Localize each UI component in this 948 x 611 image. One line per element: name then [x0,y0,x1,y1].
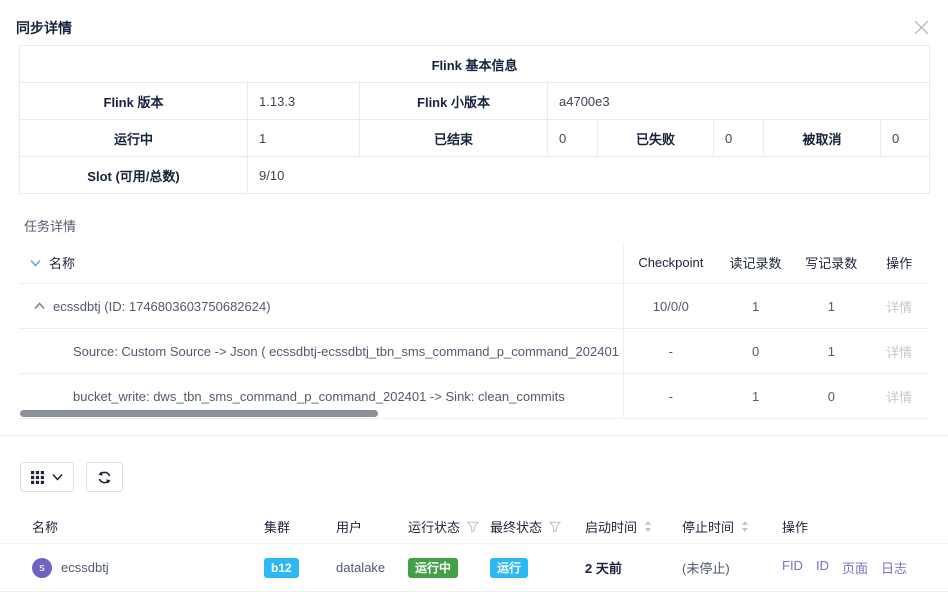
fid-link[interactable]: FID [782,558,803,577]
column-settings-button[interactable] [20,462,74,492]
flink-minor-version-label: Flink 小版本 [360,83,548,120]
page-link[interactable]: 页面 [842,558,868,577]
task-read-records: 0 [718,344,794,359]
cluster-badge: b12 [264,558,299,578]
run-status-badge: 运行中 [408,558,458,578]
task-name: bucket_write: dws_tbn_sms_command_p_comm… [73,389,565,404]
slot-label: Slot (可用/总数) [20,157,248,194]
task-write-records: 0 [793,389,869,404]
section-divider [0,435,948,436]
job-name-cell: s ecssdbtj [32,558,264,578]
task-read-records: 1 [718,389,794,404]
job-user: datalake [336,560,408,575]
flink-version-label: Flink 版本 [20,83,248,120]
column-checkpoint: Checkpoint [624,255,718,270]
toolbar [20,462,948,492]
jobs-column-user: 用户 [336,517,408,536]
canceled-label: 被取消 [764,120,881,157]
task-detail-link[interactable]: 详情 [886,300,912,315]
finished-label: 已结束 [360,120,548,157]
drawer-title: 同步详情 [16,18,72,38]
canceled-value: 0 [881,120,930,157]
column-action: 操作 [869,253,929,272]
refresh-button[interactable] [86,462,123,492]
sort-icon[interactable] [644,521,652,532]
task-detail-link[interactable]: 详情 [886,390,912,405]
task-details-title: 任务详情 [24,216,948,235]
final-status-badge: 运行 [490,558,528,578]
chevron-down-icon [52,473,63,481]
filter-icon[interactable] [467,521,479,533]
chevron-down-icon[interactable] [30,259,41,267]
flink-info-table: Flink 基本信息 Flink 版本 1.13.3 Flink 小版本 a47… [19,45,930,194]
task-name-cell: ecssdbtj (ID: 1746803603750682624) [19,284,623,328]
job-start-time: 2 天前 [585,558,682,577]
job-actions: FID ID 页面 日志 [782,558,948,577]
job-name: ecssdbtj [61,560,109,575]
jobs-column-stop-time: 停止时间 [682,517,782,536]
task-header-fixed-cells: Checkpoint 读记录数 写记录数 操作 [623,242,929,283]
failed-value: 0 [714,120,764,157]
task-checkpoint: - [624,389,718,404]
avatar: s [32,558,52,578]
task-row: ecssdbtj (ID: 1746803603750682624) 10/0/… [19,284,929,329]
grid-icon [31,471,44,484]
task-header-name-cell: 名称 [19,242,623,283]
jobs-column-action: 操作 [782,517,948,536]
task-name: ecssdbtj (ID: 1746803603750682624) [53,299,271,314]
refresh-icon [97,470,112,485]
jobs-column-name: 名称 [32,517,264,536]
task-fixed-cells: - 0 1 详情 [623,329,929,373]
flink-version-value: 1.13.3 [248,83,360,120]
slot-value: 9/10 [248,157,930,194]
task-fixed-cells: - 1 0 详情 [623,374,929,418]
running-label: 运行中 [20,120,248,157]
task-row: Source: Custom Source -> Json ( ecssdbtj… [19,329,929,374]
task-fixed-cells: 10/0/0 1 1 详情 [623,284,929,328]
log-link[interactable]: 日志 [881,558,907,577]
jobs-column-start-time: 启动时间 [585,517,682,536]
chevron-up-icon[interactable] [34,302,45,310]
task-name-cell: Source: Custom Source -> Json ( ecssdbtj… [19,329,623,373]
id-link[interactable]: ID [816,558,829,577]
job-cluster-cell: b12 [264,558,336,578]
column-read-records: 读记录数 [718,253,794,272]
job-run-status-cell: 运行中 [408,558,490,578]
jobs-column-cluster: 集群 [264,517,336,536]
task-checkpoint: 10/0/0 [624,299,718,314]
task-read-records: 1 [718,299,794,314]
job-final-status-cell: 运行 [490,558,585,578]
filter-icon[interactable] [549,521,561,533]
column-name: 名称 [49,253,75,272]
flink-minor-version-value: a4700e3 [548,83,930,120]
job-row: s ecssdbtj b12 datalake 运行中 运行 2 天前 (未停止… [0,544,948,592]
task-checkpoint: - [624,344,718,359]
sort-icon[interactable] [741,521,749,532]
close-icon[interactable] [912,18,931,37]
task-table-header: 名称 Checkpoint 读记录数 写记录数 操作 [19,242,929,284]
task-write-records: 1 [793,344,869,359]
failed-label: 已失败 [598,120,714,157]
task-write-records: 1 [793,299,869,314]
task-detail-link[interactable]: 详情 [886,345,912,360]
task-details-table: 名称 Checkpoint 读记录数 写记录数 操作 ecssdbtj (ID:… [19,242,929,419]
task-name: Source: Custom Source -> Json ( ecssdbtj… [73,344,623,359]
jobs-column-run-status: 运行状态 [408,517,490,536]
drawer-header: 同步详情 [0,0,948,38]
jobs-table-header: 名称 集群 用户 运行状态 最终状态 启动时间 停止时间 [0,510,948,544]
jobs-table: 名称 集群 用户 运行状态 最终状态 启动时间 停止时间 [0,510,948,592]
job-stop-time: (未停止) [682,558,782,577]
running-value: 1 [248,120,360,157]
column-write-records: 写记录数 [793,253,869,272]
flink-info-title: Flink 基本信息 [20,46,930,83]
jobs-column-final-status: 最终状态 [490,517,585,536]
finished-value: 0 [548,120,598,157]
horizontal-scrollbar[interactable] [20,410,378,417]
